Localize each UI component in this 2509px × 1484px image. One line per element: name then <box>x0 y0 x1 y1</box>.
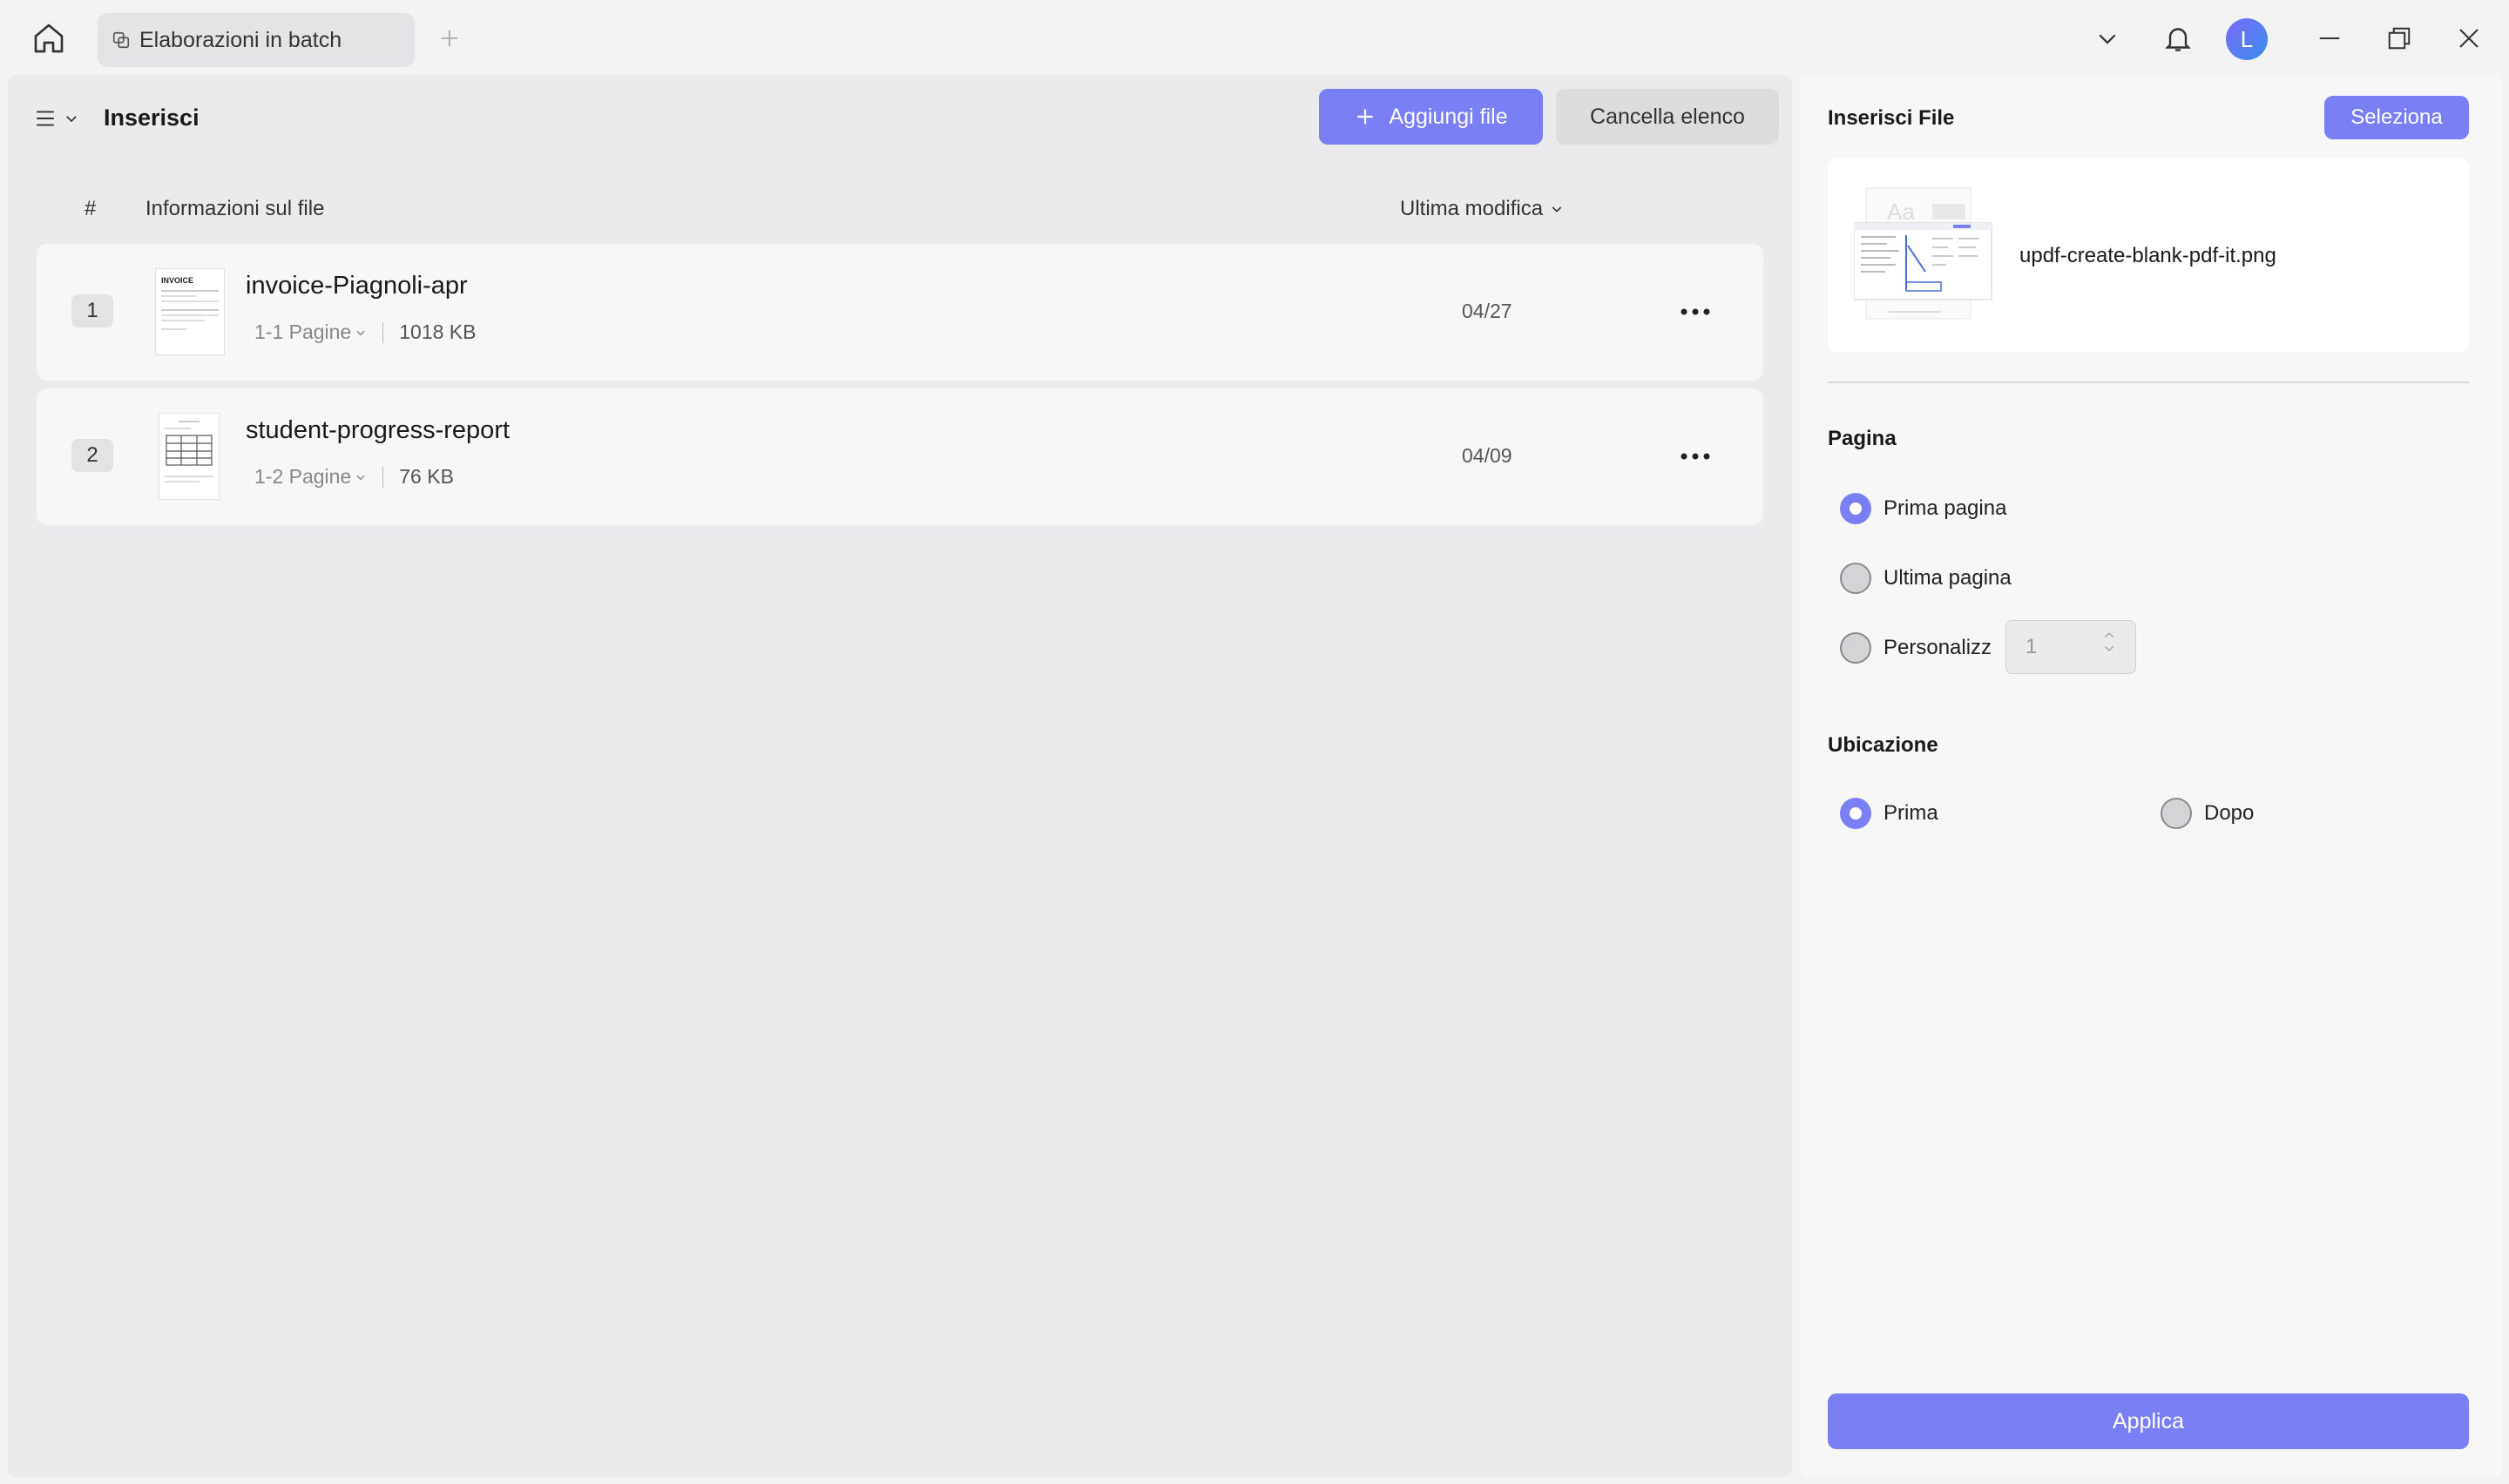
restore-icon <box>2388 27 2411 50</box>
add-files-label: Aggiungi file <box>1389 104 1508 129</box>
meta-divider <box>382 466 384 488</box>
custom-page-stepper[interactable]: 1 <box>2005 620 2136 674</box>
chevron-up-icon[interactable] <box>2102 630 2116 640</box>
bell-icon <box>2165 28 2191 51</box>
chevron-down-icon <box>356 330 365 335</box>
stepper-arrows[interactable] <box>2102 630 2116 654</box>
page-section-label: Pagina <box>1828 427 1897 450</box>
insert-settings-panel: Inserisci File Seleziona Aa updf-create-… <box>1800 75 2502 1477</box>
plus-icon <box>441 30 458 47</box>
radio-after[interactable]: Dopo <box>2161 798 2254 829</box>
column-info: Informazioni sul file <box>145 197 325 220</box>
radio-label: Prima <box>1883 801 1938 825</box>
location-section-label: Ubicazione <box>1828 733 1938 757</box>
radio-button[interactable] <box>1840 798 1871 829</box>
batch-icon <box>112 31 130 49</box>
clear-list-button[interactable]: Cancella elenco <box>1556 89 1779 145</box>
page-title: Inserisci <box>104 105 200 131</box>
file-list-panel: Inserisci Aggiungi file Cancella elenco … <box>8 75 1792 1477</box>
stepper-value: 1 <box>2025 635 2038 658</box>
file-meta: 1-1 Pagine 1018 KB <box>254 320 477 344</box>
radio-button[interactable] <box>1840 632 1871 664</box>
radio-label: Dopo <box>2204 801 2255 825</box>
restore-button[interactable] <box>2378 17 2420 59</box>
page-range-select[interactable]: 1-2 Pagine <box>254 465 367 489</box>
menu-toggle[interactable] <box>34 101 86 136</box>
avatar[interactable]: L <box>2226 18 2268 60</box>
menu-icon <box>37 111 54 126</box>
radio-button[interactable] <box>2161 798 2192 829</box>
chevron-down-icon[interactable] <box>2102 644 2116 654</box>
select-file-button[interactable]: Seleziona <box>2324 96 2469 139</box>
page-range-label: 1-1 Pagine <box>254 320 352 343</box>
chevron-down-icon <box>2099 34 2116 44</box>
file-meta: 1-2 Pagine 76 KB <box>254 465 454 489</box>
radio-label: Personalizz <box>1883 636 1992 659</box>
page-range-label: 1-2 Pagine <box>254 465 352 488</box>
section-divider <box>1828 381 2469 383</box>
new-tab-button[interactable] <box>434 23 465 54</box>
row-index: 1 <box>71 294 113 327</box>
radio-before[interactable]: Prima <box>1840 798 1938 829</box>
home-icon <box>34 24 64 53</box>
chevron-down-icon <box>356 475 365 480</box>
selected-file-thumbnail: Aa <box>1853 185 1993 324</box>
more-options-button[interactable] <box>1674 294 1716 329</box>
column-index: # <box>85 197 97 220</box>
file-name: student-progress-report <box>246 416 511 444</box>
insert-file-title: Inserisci File <box>1828 106 1955 130</box>
chevron-down-icon <box>66 116 77 123</box>
meta-divider <box>382 321 384 343</box>
page-range-select[interactable]: 1-1 Pagine <box>254 320 367 344</box>
selected-file-name: updf-create-blank-pdf-it.png <box>2019 244 2276 267</box>
radio-label: Prima pagina <box>1883 496 2007 520</box>
radio-button[interactable] <box>1840 493 1871 524</box>
chevron-down-icon <box>1552 206 1562 212</box>
file-date: 04/27 <box>1462 300 1512 322</box>
thumbnail-sample-text: Aa <box>1887 199 1915 225</box>
more-options-button[interactable] <box>1674 439 1716 474</box>
dropdown-button[interactable] <box>2086 17 2128 59</box>
home-button[interactable] <box>28 17 70 59</box>
plus-icon <box>1357 109 1374 125</box>
file-size: 1018 KB <box>399 320 477 343</box>
column-last-modified[interactable]: Ultima modifica <box>1400 197 1564 221</box>
radio-button[interactable] <box>1840 563 1871 594</box>
row-index: 2 <box>71 439 113 472</box>
file-thumbnail <box>159 413 220 500</box>
more-horizontal-icon <box>1681 453 1710 460</box>
apply-button[interactable]: Applica <box>1828 1393 2469 1449</box>
tab-label: Elaborazioni in batch <box>139 27 342 52</box>
minimize-icon <box>2319 37 2340 39</box>
radio-first-page[interactable]: Prima pagina <box>1840 493 2006 524</box>
thumbnail-title: INVOICE <box>161 276 194 285</box>
column-last-modified-label: Ultima modifica <box>1400 197 1544 220</box>
selected-file-card: Aa updf-create-blank-pdf-it.png <box>1828 159 2469 352</box>
file-size: 76 KB <box>399 465 454 488</box>
minimize-button[interactable] <box>2309 17 2350 59</box>
file-row[interactable]: 2 student-progress-report 1-2 Pagine 76 … <box>37 388 1763 525</box>
title-bar: Elaborazioni in batch L <box>0 0 2509 77</box>
table-graphic <box>166 435 213 466</box>
radio-custom-page[interactable]: Personalizz <box>1840 632 1992 664</box>
radio-label: Ultima pagina <box>1883 566 2012 590</box>
tab-batch[interactable]: Elaborazioni in batch <box>98 13 415 67</box>
file-date: 04/09 <box>1462 444 1512 467</box>
file-row[interactable]: 1 INVOICE invoice-Piagnoli-apr 1-1 Pagin… <box>37 244 1763 381</box>
add-files-button[interactable]: Aggiungi file <box>1319 89 1543 145</box>
more-horizontal-icon <box>1681 308 1710 315</box>
notifications-button[interactable] <box>2157 17 2199 59</box>
close-button[interactable] <box>2448 17 2490 59</box>
file-name: invoice-Piagnoli-apr <box>246 272 468 300</box>
radio-last-page[interactable]: Ultima pagina <box>1840 563 2012 594</box>
close-icon <box>2459 29 2479 48</box>
file-thumbnail: INVOICE <box>155 268 225 355</box>
